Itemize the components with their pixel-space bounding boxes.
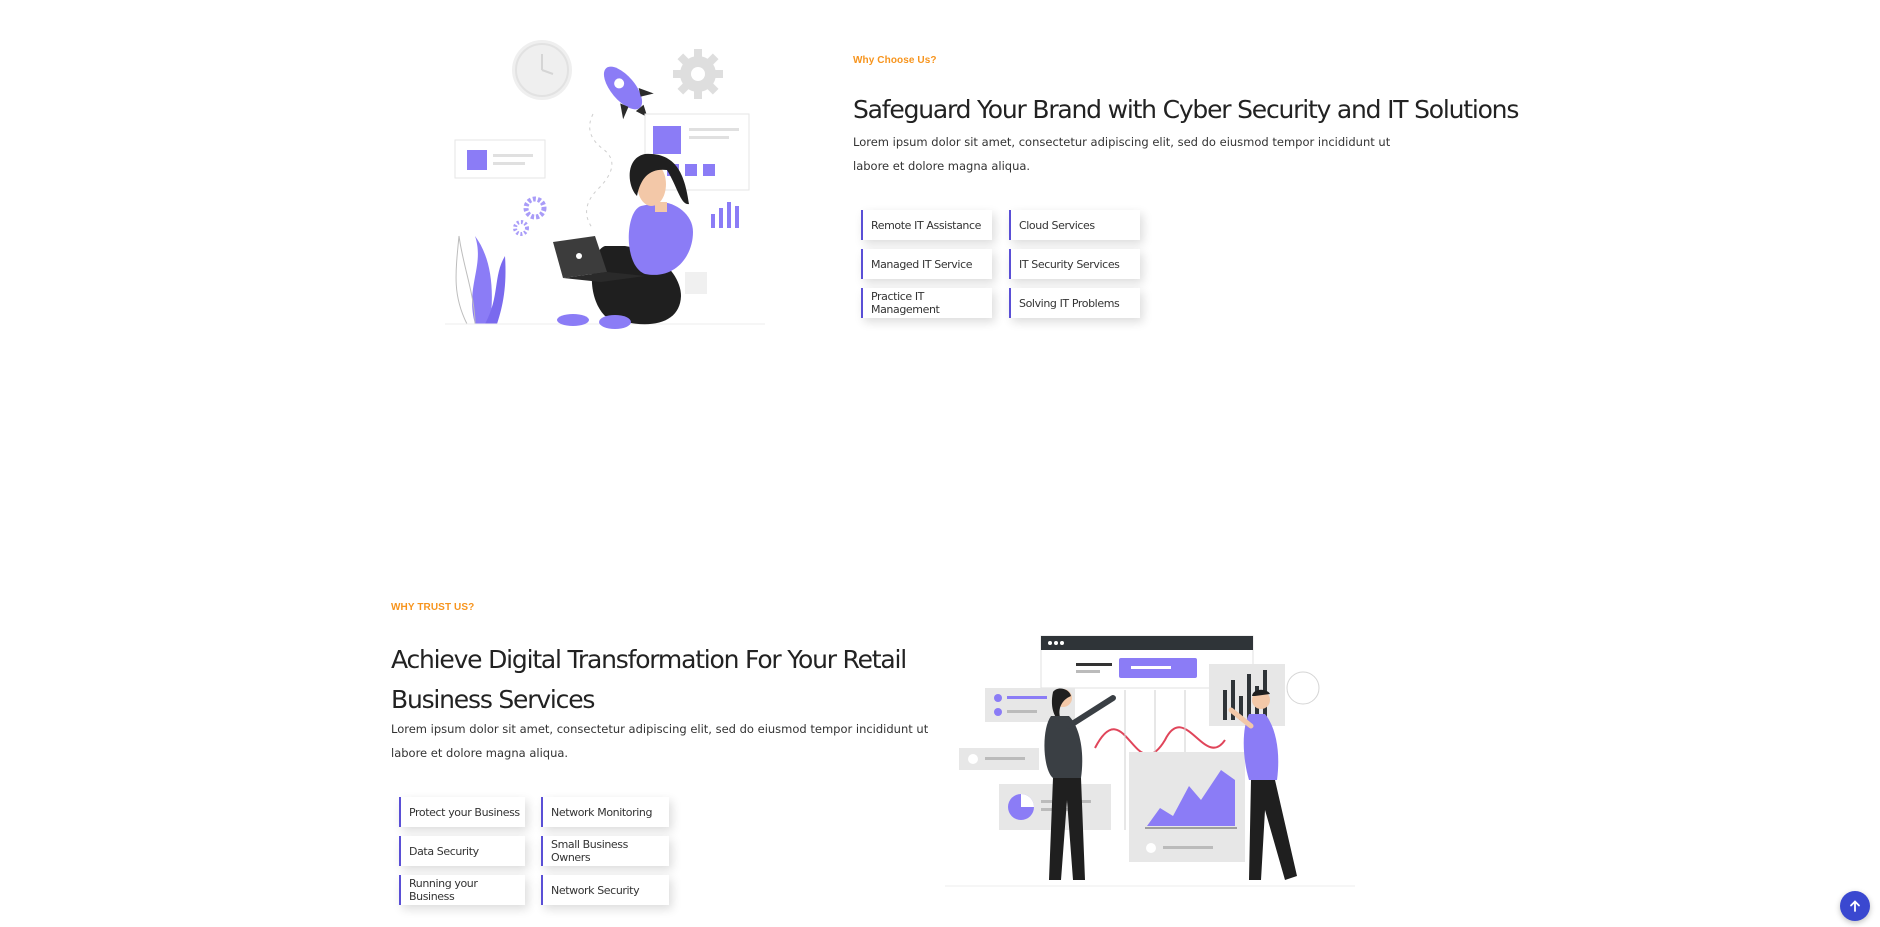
section-text: Lorem ipsum dolor sit amet, consectetur …	[853, 135, 1391, 173]
feature-item[interactable]: Protect your Business	[399, 797, 525, 827]
feature-item[interactable]: Network Security	[541, 875, 669, 905]
section-eyebrow: Why Choose Us?	[853, 55, 937, 66]
feature-item[interactable]: Remote IT Assistance	[861, 210, 992, 240]
section-title: Safeguard Your Brand with Cyber Security…	[853, 95, 1519, 124]
feature-item[interactable]: Cloud Services	[1009, 210, 1140, 240]
woman-laptop-illustration	[445, 36, 765, 336]
feature-item[interactable]: Practice IT Management	[861, 288, 992, 318]
arrow-up-icon	[1849, 900, 1861, 912]
feature-list: Remote IT Assistance Cloud Services Mana…	[861, 210, 1140, 318]
feature-list: Protect your Business Network Monitoring…	[399, 797, 669, 905]
back-to-top-button[interactable]	[1840, 891, 1870, 921]
feature-item[interactable]: Managed IT Service	[861, 249, 992, 279]
team-analytics-illustration	[945, 630, 1355, 895]
feature-item[interactable]: Running your Business	[399, 875, 525, 905]
section-title: Achieve Digital Transformation For Your …	[391, 645, 907, 714]
feature-item[interactable]: IT Security Services	[1009, 249, 1140, 279]
feature-item[interactable]: Small Business Owners	[541, 836, 669, 866]
feature-item[interactable]: Data Security	[399, 836, 525, 866]
section-eyebrow: WHY TRUST US?	[391, 602, 475, 613]
feature-item[interactable]: Network Monitoring	[541, 797, 669, 827]
feature-item[interactable]: Solving IT Problems	[1009, 288, 1140, 318]
section-text: Lorem ipsum dolor sit amet, consectetur …	[391, 722, 929, 760]
